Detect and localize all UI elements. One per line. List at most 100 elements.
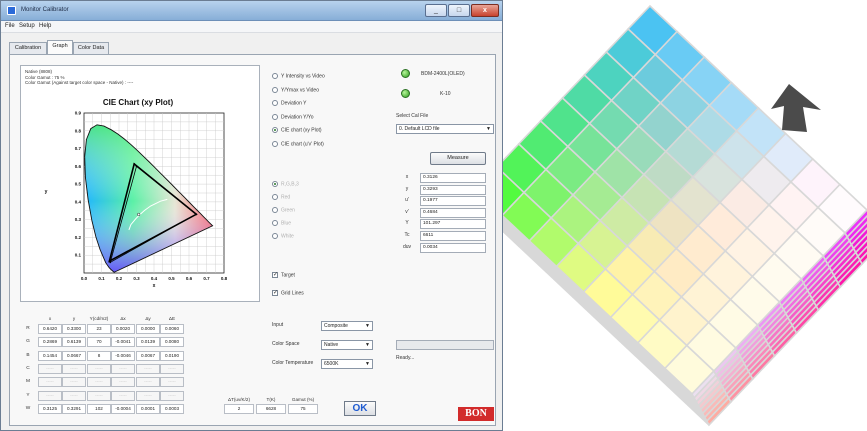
measurement-label: x (405, 174, 409, 180)
radio-deviation-y[interactable]: Deviation Y (272, 100, 306, 108)
radio-y-intensity[interactable]: Y Intensity vs Video (272, 73, 325, 81)
radio-dot[interactable] (272, 114, 278, 120)
probe-status-led (401, 89, 410, 98)
table-cell: 23 (87, 324, 111, 334)
radio-dot-selected[interactable] (272, 181, 278, 187)
table-cell: ----- (111, 377, 135, 388)
radio-dot[interactable] (272, 141, 278, 147)
maximize-button[interactable]: □ (448, 4, 470, 17)
y-axis-label: y (45, 189, 48, 195)
table-cell: ----- (136, 377, 160, 388)
radio-dot-selected[interactable] (272, 127, 278, 133)
menu-help[interactable]: Help (39, 23, 51, 29)
table-cell: ----- (111, 390, 135, 401)
table-cell: ----- (38, 363, 62, 374)
setting-select[interactable]: Native ▼ (321, 340, 373, 350)
radio-label: Y Intensity vs Video (281, 73, 325, 80)
arrow-icon (771, 84, 821, 132)
tab-strip: Calibration Graph Color Data (9, 40, 209, 54)
radio-dot[interactable] (272, 87, 278, 93)
checkbox-label: Target (281, 272, 295, 279)
setting-select[interactable]: 6500K ▼ (321, 359, 373, 369)
table-cell: 0.1454 (38, 350, 62, 361)
cal-file-select[interactable]: 0. Default LCD file ▼ (396, 124, 494, 134)
table-cell: 0.6420 (38, 324, 62, 334)
x-tick-label: 0.2 (116, 276, 123, 281)
radio-cie-xy[interactable]: CIE chart (xy Plot) (272, 127, 322, 135)
radio-dot[interactable] (272, 233, 278, 239)
table-row-label: R (26, 326, 30, 331)
radio-dot[interactable] (272, 194, 278, 200)
status-text: Ready... (396, 355, 415, 361)
measure-button[interactable]: Measure (430, 152, 486, 165)
x-tick-label: 0.0 (81, 276, 88, 281)
measurement-label: v' (405, 208, 409, 215)
minimize-button[interactable]: _ (425, 4, 447, 17)
table-cell: 0.0067 (136, 350, 160, 361)
radio-rgb3[interactable]: R,G,B,3 (272, 181, 299, 189)
setting-value: Composite (324, 323, 348, 329)
setting-value: 6500K (324, 361, 339, 367)
ok-button[interactable]: OK (344, 401, 376, 416)
radio-label: Deviation Y (281, 100, 307, 107)
table-cell: ----- (38, 390, 62, 401)
title-bar[interactable]: Monitor Calibrator _ □ x (1, 1, 502, 21)
table-row-label: M (26, 379, 30, 385)
radio-label: Y/Ymax vs Video (281, 87, 319, 94)
y-tick-label: 0.5 (75, 182, 82, 187)
y-tick-label: 0.1 (75, 253, 82, 258)
setting-select[interactable]: Composite ▼ (321, 321, 373, 331)
menu-file[interactable]: File (5, 23, 15, 29)
tab-calibration[interactable]: Calibration (9, 42, 47, 54)
y-tick-label: 0.7 (75, 146, 82, 151)
table-cell: 0.3125 (38, 403, 62, 414)
setting-label: Color Space (272, 341, 300, 347)
menu-setup[interactable]: Setup (19, 23, 35, 29)
target-gamut-vertex (109, 261, 112, 264)
chevron-down-icon: ▼ (365, 342, 370, 348)
radio-dot[interactable] (272, 100, 278, 106)
table-cell: ----- (87, 377, 111, 388)
measurement-label: duv (402, 243, 412, 250)
measurement-value: 0.3126 (420, 173, 486, 183)
y-tick-label: 0.9 (75, 111, 82, 116)
x-tick-label: 0.5 (168, 276, 175, 281)
x-tick-label: 0.6 (186, 276, 193, 281)
y-tick-label: 0.6 (75, 164, 82, 169)
radio-cie-uv[interactable]: CIE chart (u'v' Plot) (272, 141, 324, 149)
x-axis-label: x (153, 283, 156, 289)
radio-dot[interactable] (272, 73, 278, 79)
checkbox-grid-lines[interactable]: ✓ Grid Lines (272, 290, 304, 298)
tab-graph[interactable]: Graph (47, 40, 73, 54)
radio-dot[interactable] (272, 207, 278, 213)
measurement-value: 0.3293 (420, 184, 486, 195)
radio-white[interactable]: White (272, 233, 294, 241)
measurement-label: Tc (404, 232, 410, 238)
chart-title: CIE Chart (xy Plot) (103, 98, 174, 107)
table-cell: 0.6139 (62, 337, 86, 348)
checkbox-target[interactable]: ✓ Target (272, 272, 295, 280)
radio-y-ymax[interactable]: Y/Ymax vs Video (272, 87, 319, 95)
x-tick-label: 0.4 (151, 276, 158, 281)
x-tick-label: 0.3 (133, 276, 140, 281)
info-line-target: Color Gamut (Against target color space … (25, 80, 134, 85)
table-cell: 0.0003 (160, 403, 184, 414)
radio-red[interactable]: Red (272, 194, 290, 202)
checkbox[interactable]: ✓ (272, 272, 278, 278)
cal-file-value: 0. Default LCD file (399, 126, 440, 132)
y-tick-label: 0.2 (75, 235, 82, 240)
radio-label: CIE chart (u'v' Plot) (281, 141, 324, 148)
checkbox-label: Grid Lines (281, 290, 304, 297)
radio-deviation-y-yo[interactable]: Deviation Y/Yo (272, 114, 314, 122)
radio-dot[interactable] (272, 220, 278, 226)
close-button[interactable]: x (471, 4, 499, 17)
checkbox[interactable]: ✓ (272, 290, 278, 296)
table-cell: ----- (62, 377, 86, 388)
tab-color-data[interactable]: Color Data (73, 42, 109, 54)
chevron-down-icon: ▼ (486, 126, 491, 132)
radio-blue[interactable]: Blue (272, 220, 291, 228)
radio-green[interactable]: Green (272, 207, 295, 215)
table-row-label: B (26, 352, 30, 358)
progress-bar (396, 340, 494, 350)
table-extra-value: 2 (224, 404, 254, 414)
